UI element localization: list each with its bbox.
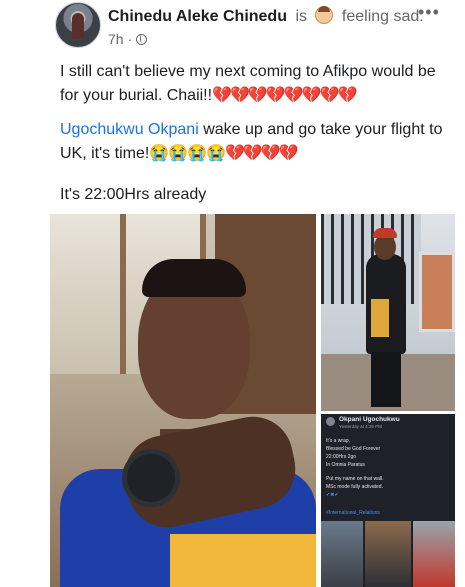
embedded-author: Okpani Ugochukwu	[339, 416, 400, 423]
embedded-line: Put my name on that wall.	[326, 476, 384, 482]
yellow-panel	[371, 299, 389, 337]
embedded-avatar	[326, 417, 335, 426]
post-header: Chinedu Aleke Chinedu is feeling sad. 7h…	[0, 0, 465, 56]
photo-standing[interactable]	[321, 214, 455, 411]
broken-hearts-2: 💔💔💔💔	[224, 145, 299, 162]
dot-separator: ·	[127, 31, 133, 47]
embedded-line: ✔✖✔	[326, 492, 339, 498]
post-text-paragraph-1: I still can't believe my next coming to …	[60, 60, 455, 108]
person-legs	[371, 352, 401, 407]
post-time[interactable]: 7h	[108, 31, 124, 47]
yellow-stripe	[170, 534, 316, 587]
author-avatar[interactable]	[55, 2, 101, 48]
sad-face-icon	[315, 6, 334, 24]
photo-post-screenshot[interactable]: Okpani Ugochukwu Yesterday at 4:25 PM It…	[321, 414, 455, 587]
is-text: is	[295, 8, 307, 25]
red-cap	[373, 228, 397, 238]
post-text-paragraph-3: It's 22:00Hrs already	[60, 186, 207, 203]
watch-icon	[122, 449, 180, 507]
photo-selfie[interactable]	[50, 214, 316, 587]
embedded-line: MSc mode fully activated.	[326, 484, 383, 490]
hair	[142, 259, 246, 297]
broken-hearts-1: 💔💔💔💔💔💔💔💔	[212, 87, 357, 104]
author-line: Chinedu Aleke Chinedu is feeling sad.	[108, 6, 424, 26]
embedded-photo	[321, 521, 363, 587]
globe-icon	[136, 33, 148, 45]
wall-frame	[419, 252, 455, 332]
embedded-line: Blessed be God Forever	[326, 446, 381, 452]
mention-link[interactable]: Ugochukwu Okpani	[60, 121, 199, 138]
more-options-button[interactable]: •••	[418, 2, 440, 23]
embedded-line: It's a wrap,	[326, 438, 351, 444]
post-meta: 7h ·	[108, 31, 148, 47]
embedded-time: Yesterday at 4:25 PM	[339, 424, 382, 429]
crying-faces: 😭😭😭😭	[149, 145, 226, 162]
embedded-hashtag: #International_Relations	[326, 510, 380, 516]
embedded-line: In Omnia Paratus	[326, 462, 365, 468]
feeling-text: feeling sad.	[341, 8, 424, 25]
embedded-photo	[413, 521, 455, 587]
post-text-paragraph-2: Ugochukwu Okpani wake up and go take you…	[60, 118, 455, 166]
author-name[interactable]: Chinedu Aleke Chinedu	[108, 8, 287, 25]
embedded-line: 22:00Hrs 2go	[326, 454, 357, 460]
embedded-photo	[365, 521, 411, 587]
